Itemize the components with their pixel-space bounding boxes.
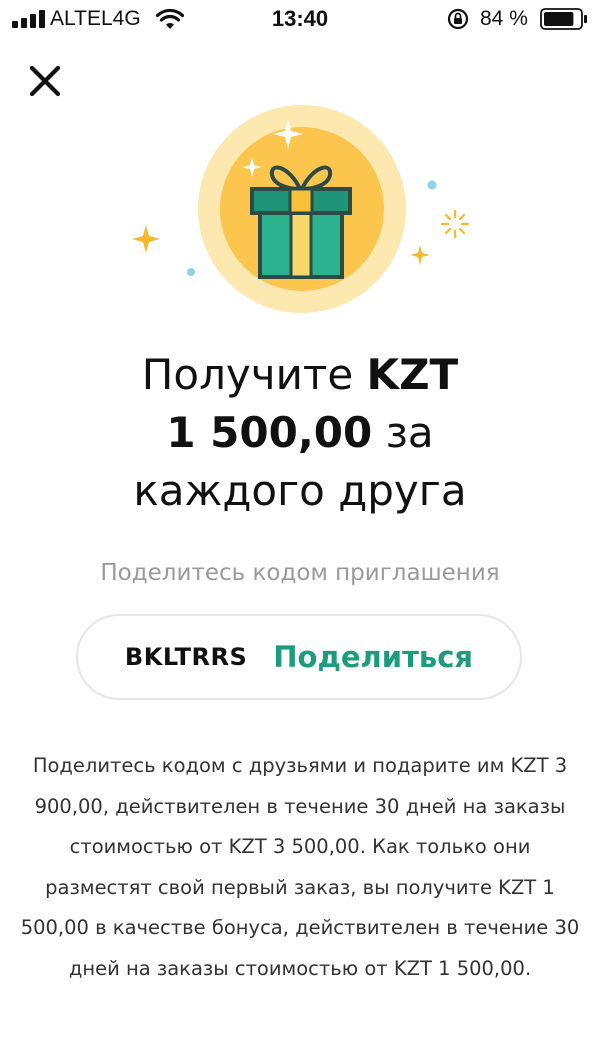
share-code-label: Поделитесь кодом приглашения xyxy=(100,560,500,586)
headline-line-3: каждого друга xyxy=(133,466,467,515)
invite-code-box: BKLTRRS Поделиться xyxy=(76,614,522,700)
share-button[interactable]: Поделиться xyxy=(273,640,473,674)
invite-code: BKLTRRS xyxy=(124,643,248,671)
headline-currency: KZT xyxy=(366,350,459,399)
dot-decoration xyxy=(427,180,437,190)
rotation-lock-icon xyxy=(447,8,469,30)
battery-percent: 84 % xyxy=(480,7,528,30)
burst-decoration xyxy=(440,209,470,239)
battery-icon xyxy=(540,8,587,30)
referral-description: Поделитесь кодом с друзьями и подарите и… xyxy=(20,754,580,980)
headline-amount: 1 500,00 xyxy=(166,408,373,457)
sparkle-icon xyxy=(410,245,430,265)
sparkle-icon xyxy=(132,225,160,253)
page-title: Получите KZT 1 500,00 за каждого друга xyxy=(40,346,560,520)
close-icon[interactable] xyxy=(26,62,64,100)
status-bar: ALTEL4G 13:40 84 % xyxy=(0,0,600,40)
dot-decoration xyxy=(187,268,195,276)
gift-illustration xyxy=(132,105,470,313)
headline-line-2: 1 500,00 за xyxy=(166,408,434,457)
headline-line-1: Получите KZT xyxy=(141,350,459,399)
